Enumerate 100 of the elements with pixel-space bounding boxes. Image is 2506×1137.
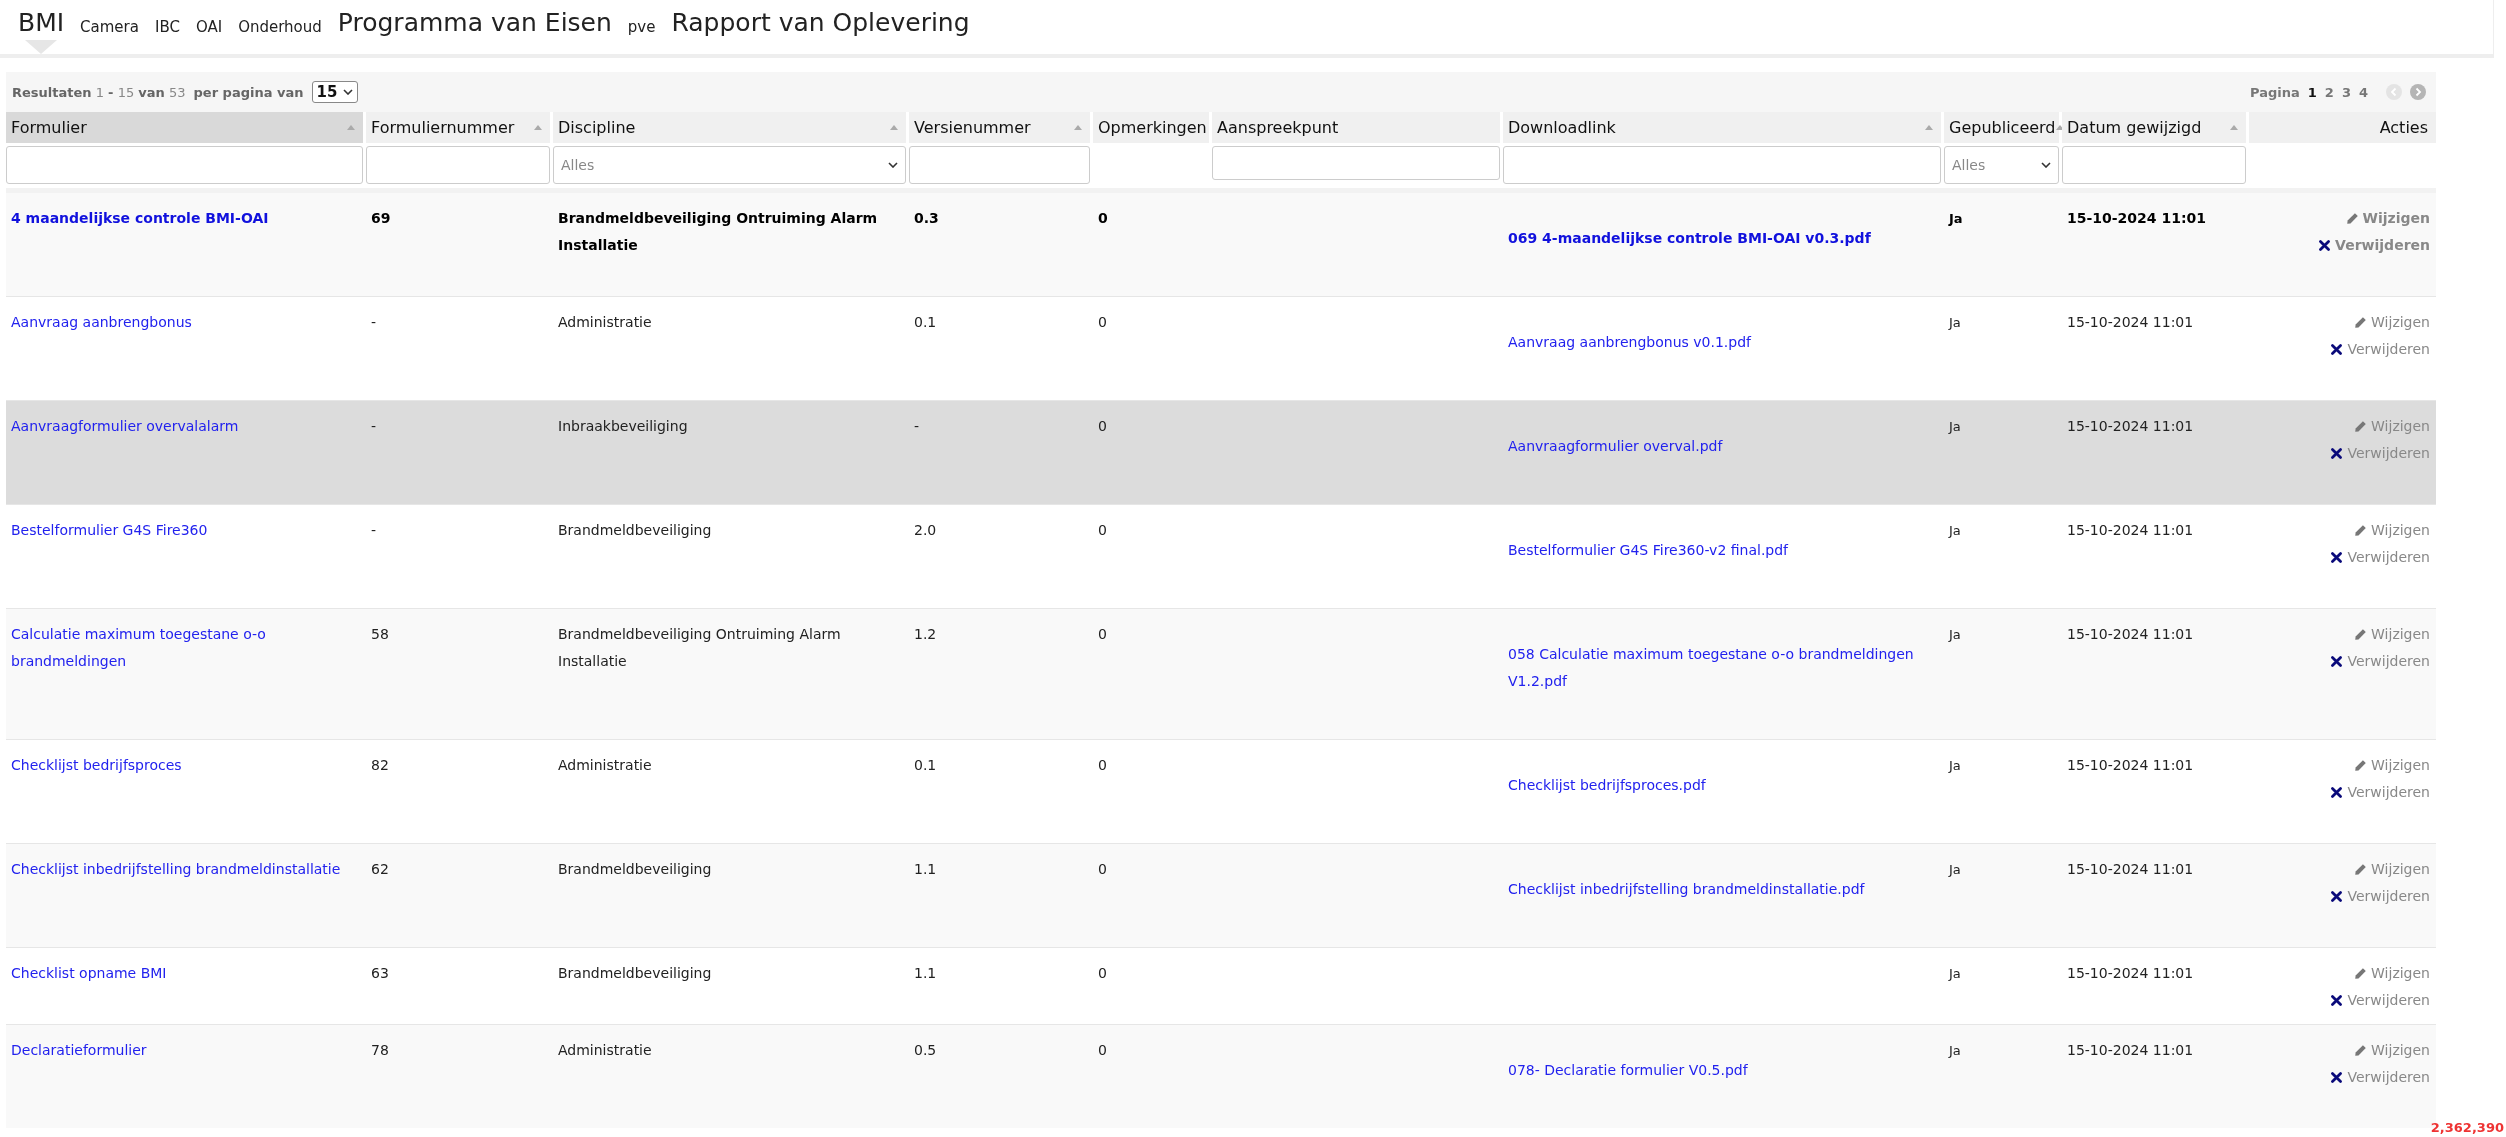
- form-link[interactable]: Aanvraagformulier overvalalarm: [11, 413, 358, 440]
- column-header[interactable]: Gepubliceerd: [1944, 112, 2059, 143]
- edit-link[interactable]: Wijzigen: [2354, 752, 2430, 779]
- form-link[interactable]: Checklijst inbedrijfstelling brandmeldinstallatie: [11, 856, 358, 883]
- page-link[interactable]: 2: [2324, 84, 2334, 100]
- pencil-icon: [2354, 420, 2368, 433]
- column-header[interactable]: Formulier: [6, 112, 363, 143]
- edit-link[interactable]: Wijzigen: [2354, 517, 2430, 544]
- table-cell-text: 15-10-2024 11:01: [2067, 209, 2207, 228]
- filter-input[interactable]: [2062, 146, 2246, 184]
- page-link[interactable]: 1: [2307, 84, 2317, 100]
- page-link[interactable]: 3: [2341, 84, 2351, 100]
- close-icon: [2330, 890, 2344, 903]
- form-link[interactable]: Aanvraag aanbrengbonus: [11, 309, 358, 336]
- edit-link[interactable]: Wijzigen: [2354, 960, 2430, 987]
- column-header: Opmerkingen: [1093, 112, 1209, 143]
- table-cell-text: 0.3: [914, 209, 940, 228]
- table-cell-text: 0: [1098, 313, 1108, 332]
- delete-link[interactable]: Verwijderen: [2330, 779, 2430, 806]
- page-link[interactable]: 4: [2358, 84, 2368, 100]
- download-link[interactable]: Aanvraag aanbrengbonus v0.1.pdf: [1508, 329, 1936, 356]
- nav-link[interactable]: Programma van Eisen: [337, 0, 612, 54]
- delete-link[interactable]: Verwijderen: [2330, 336, 2430, 363]
- filter-input[interactable]: [909, 146, 1090, 184]
- download-link[interactable]: 078- Declaratie formulier V0.5.pdf: [1508, 1057, 1936, 1084]
- edit-link[interactable]: Wijzigen: [2354, 309, 2430, 336]
- close-icon: [2330, 1071, 2344, 1084]
- nav-link[interactable]: OAI: [195, 0, 223, 54]
- nav-link[interactable]: pve: [627, 0, 656, 54]
- download-link[interactable]: Checklijst bedrijfsproces.pdf: [1508, 772, 1936, 799]
- nav-link[interactable]: BMI: [18, 0, 65, 54]
- pencil-icon: [2345, 212, 2359, 225]
- pencil-icon: [2354, 967, 2368, 980]
- column-header[interactable]: Formuliernummer: [366, 112, 550, 143]
- previous-page-icon[interactable]: [2386, 84, 2402, 100]
- table-cell-text: Brandmeldbeveiliging Ontruiming Alarm Installatie: [558, 209, 879, 255]
- filter-select[interactable]: Alles: [1944, 146, 2059, 184]
- form-link[interactable]: Calculatie maximum toegestane o-o brandmeldingen: [11, 621, 358, 675]
- form-link[interactable]: Bestelformulier G4S Fire360: [11, 517, 358, 544]
- close-icon: [2330, 447, 2344, 460]
- filter-select[interactable]: Alles: [553, 146, 906, 184]
- table-cell-text: 2.0: [914, 521, 938, 540]
- column-header[interactable]: Datum gewijzigd: [2062, 112, 2246, 143]
- table-cell-text: Brandmeldbeveiliging: [558, 860, 713, 879]
- table-cell-text: 1.1: [914, 860, 938, 879]
- chevron-down-icon: [2041, 162, 2051, 168]
- download-link[interactable]: Checklijst inbedrijfstelling brandmeldinstallatie.pdf: [1508, 876, 1936, 903]
- table-cell-text: Ja: [1949, 626, 1962, 644]
- close-icon: [2330, 343, 2344, 356]
- table-cell-text: 15-10-2024 11:01: [2067, 313, 2195, 332]
- table-cell-text: 0: [1098, 521, 1108, 540]
- table-cell-text: Brandmeldbeveiliging: [558, 964, 713, 983]
- table-cell-text: 15-10-2024 11:01: [2067, 625, 2195, 644]
- table-row[interactable]: [6, 608, 2436, 739]
- nav-link[interactable]: Rapport van Oplevering: [671, 0, 970, 54]
- download-link[interactable]: 058 Calculatie maximum toegestane o-o brandmeldingen V1.2.pdf: [1508, 641, 1936, 695]
- form-link[interactable]: Checklist opname BMI: [11, 960, 358, 987]
- next-page-icon[interactable]: [2410, 84, 2426, 100]
- table-cell-text: 58: [371, 625, 390, 644]
- form-link[interactable]: Checklijst bedrijfsproces: [11, 752, 358, 779]
- download-link[interactable]: Bestelformulier G4S Fire360-v2 final.pdf: [1508, 537, 1936, 564]
- filter-input[interactable]: [1212, 146, 1500, 180]
- pagination-label: Pagina: [2250, 84, 2300, 100]
- table-cell-text: Ja: [1949, 757, 1962, 775]
- pencil-icon: [2354, 759, 2368, 772]
- form-link[interactable]: 4 maandelijkse controle BMI-OAI: [11, 205, 358, 232]
- close-icon: [2330, 655, 2344, 668]
- delete-link[interactable]: Verwijderen: [2330, 987, 2430, 1014]
- sort-icon: [347, 125, 355, 130]
- table-cell-text: Ja: [1949, 314, 1962, 332]
- filter-input[interactable]: [366, 146, 550, 184]
- table-cell-text: 0: [1098, 625, 1108, 644]
- per-page-select[interactable]: 15: [311, 81, 359, 103]
- filter-input[interactable]: [6, 146, 363, 184]
- filter-input[interactable]: [1503, 146, 1941, 184]
- table-cell-text: Inbraakbeveiliging: [558, 417, 689, 436]
- table-cell-text: Ja: [1949, 210, 1964, 228]
- column-header[interactable]: Versienummer: [909, 112, 1090, 143]
- form-link[interactable]: Declaratieformulier: [11, 1037, 358, 1064]
- close-icon: [2330, 994, 2344, 1007]
- nav-link[interactable]: Camera: [80, 0, 139, 54]
- download-link[interactable]: Aanvraagformulier overval.pdf: [1508, 433, 1936, 460]
- column-header[interactable]: Downloadlink: [1503, 112, 1941, 143]
- nav-link[interactable]: Onderhoud: [238, 0, 322, 54]
- table-cell-text: 1.2: [914, 625, 938, 644]
- per-page-label: per pagina van: [193, 84, 304, 100]
- sort-icon: [1925, 125, 1933, 130]
- table-row[interactable]: Checklijst inbedrijfstelling brandmeldinstallatie 62 Brandmeldbeveiliging 1.1 0 Checklijst inbedrijfstelling brandmeldinstallatie.pdf Ja 15-10-2024 11:01 Wijzigen Verwijderen: [6, 843, 2436, 947]
- delete-link[interactable]: Verwijderen: [2330, 544, 2430, 571]
- table-cell-text: 0: [1098, 1041, 1108, 1060]
- pencil-icon: [2354, 316, 2368, 329]
- table-cell-text: -: [371, 417, 378, 436]
- close-icon: [2330, 786, 2344, 799]
- pencil-icon: [2354, 863, 2368, 876]
- column-header[interactable]: Discipline: [553, 112, 906, 143]
- table-row[interactable]: Aanvraagformulier overvalalarm - Inbraakbeveiliging - 0 Aanvraagformulier overval.pdf Ja 15-10-2024 11:01 Wijzigen Verwijderen: [6, 400, 2436, 504]
- table-cell-text: 82: [371, 756, 390, 775]
- nav-link[interactable]: IBC: [154, 0, 180, 54]
- table-row[interactable]: 4 maandelijkse controle BMI-OAI 69 Brandmeldbeveiliging Ontruiming Alarm Installatie 0.3 0 069 4-maandelijkse controle BMI-OAI v0.3.pdf Ja 15-10-2024 11:01 Wijzigen Verwijderen: [6, 193, 2436, 296]
- download-link[interactable]: 069 4-maandelijkse controle BMI-OAI v0.3.pdf: [1508, 225, 1936, 252]
